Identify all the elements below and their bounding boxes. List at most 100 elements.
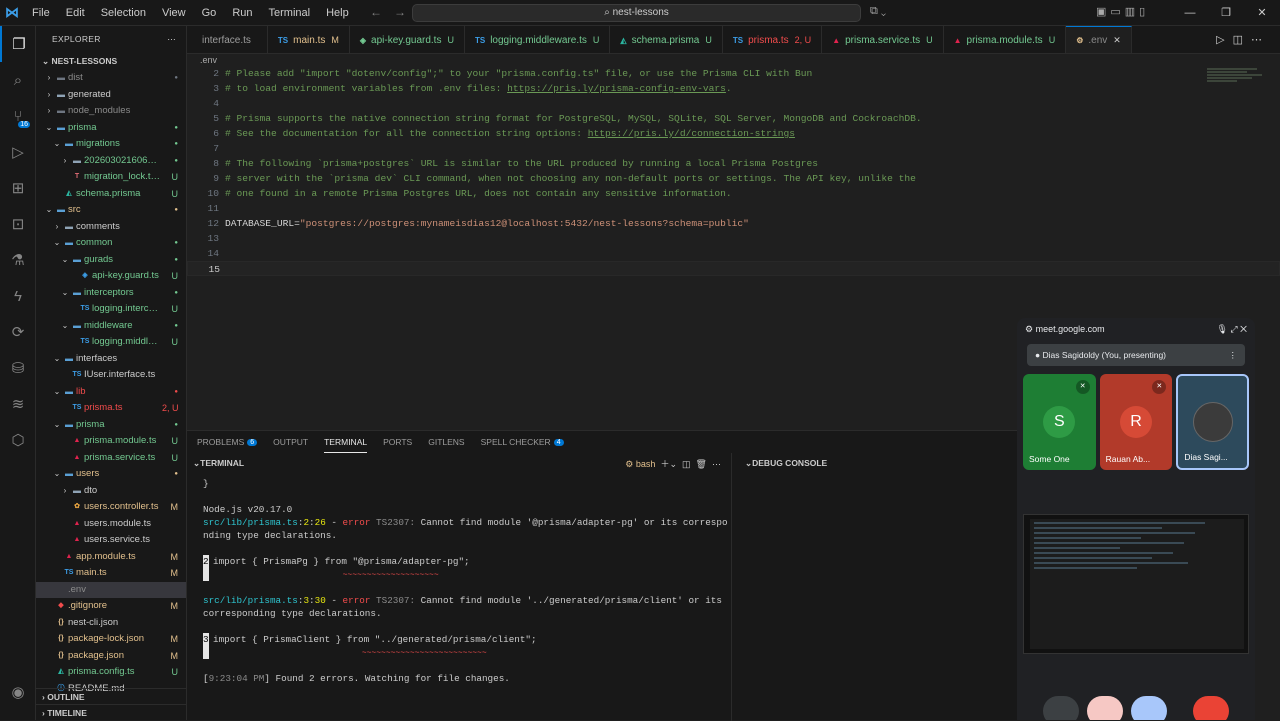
file-item[interactable]: ◭ schema.prisma U <box>36 186 186 203</box>
account-icon[interactable]: ◉ <box>0 674 36 710</box>
panel-tab[interactable]: TERMINAL <box>324 431 368 453</box>
folder-item[interactable]: ⌄ ▬ prisma ● <box>36 417 186 434</box>
code-line[interactable]: 8 # The following `prisma+postgres` URL i… <box>187 156 1280 171</box>
extensions-icon[interactable]: ⊞ <box>0 170 36 206</box>
participant-tile[interactable]: R ✕ Rauan Ab... <box>1099 374 1173 470</box>
editor-tab[interactable]: ▲ prisma.service.ts U <box>822 26 944 53</box>
folder-item[interactable]: ⌄ ▬ src ● <box>36 202 186 219</box>
close-tab-icon[interactable]: ✕ <box>1113 35 1121 46</box>
menu-item[interactable]: File <box>24 7 58 19</box>
code-line[interactable]: 14 <box>187 246 1280 261</box>
source-control-icon[interactable]: ⑂ 16 <box>0 98 36 134</box>
file-item[interactable]: TS prisma.ts 2, U <box>36 400 186 417</box>
kill-terminal-icon[interactable]: 🗑 <box>693 459 707 469</box>
folder-item[interactable]: ⌄ ▬ prisma ● <box>36 120 186 137</box>
new-terminal-icon[interactable]: ＋⌄ <box>658 459 677 469</box>
file-item[interactable]: TSlogging.interceptor.ts U <box>36 301 186 318</box>
menu-item[interactable]: Edit <box>58 7 93 19</box>
folder-item[interactable]: ⌄ ▬ gurads ● <box>36 252 186 269</box>
chevron-down-icon[interactable]: ⌄ <box>745 458 752 469</box>
leave-call-button[interactable] <box>1193 696 1229 720</box>
panel-tab[interactable]: PROBLEMS 6 <box>197 431 258 453</box>
menu-item[interactable]: Selection <box>93 7 154 19</box>
folder-item[interactable]: › ▬ dto <box>36 483 186 500</box>
file-item[interactable]: ▲ users.service.ts <box>36 532 186 549</box>
minimize-icon[interactable]: — <box>1172 0 1208 26</box>
editor-tab[interactable]: ◭ schema.prisma U <box>610 26 723 53</box>
nav-arrows[interactable]: ←→ <box>370 5 418 19</box>
code-line[interactable]: 6 # See the documentation for all the con… <box>187 126 1280 141</box>
back-arrow-icon[interactable]: ← <box>370 5 394 19</box>
editor-tab[interactable]: TS main.ts M <box>268 26 350 53</box>
menu-item[interactable]: Go <box>194 7 225 19</box>
chevron-down-icon[interactable]: ⌄ <box>193 458 200 469</box>
thunder-icon[interactable]: ϟ <box>0 278 36 314</box>
mic-icon[interactable]: 🎙 <box>1216 324 1227 334</box>
folder-item[interactable]: › ▬20260302160613_init ● <box>36 153 186 170</box>
panel-tab[interactable]: GITLENS <box>428 431 464 453</box>
file-item[interactable]: ▲ prisma.service.ts U <box>36 450 186 467</box>
code-line[interactable]: 11 <box>187 201 1280 216</box>
present-button[interactable] <box>1131 696 1167 720</box>
more-actions-icon[interactable]: ⋯ <box>167 34 176 45</box>
comment-link[interactable]: https://pris.ly/prisma-config-env-vars <box>507 83 726 94</box>
folder-item[interactable]: ⌄ ▬ users ● <box>36 466 186 483</box>
terminal-more-icon[interactable]: ⋯ <box>709 459 721 469</box>
explorer-icon[interactable]: ❐ <box>0 26 36 62</box>
more-options-icon[interactable] <box>1175 696 1185 720</box>
file-item[interactable]: ✿ users.controller.ts M <box>36 499 186 516</box>
folder-item[interactable]: ⌄ ▬ middleware ● <box>36 318 186 335</box>
minimap[interactable] <box>1207 68 1267 88</box>
panel-tab[interactable]: OUTPUT <box>273 431 308 453</box>
editor-tab[interactable]: TS logging.middleware.ts U <box>465 26 611 53</box>
file-item[interactable]: ◭ prisma.config.ts U <box>36 664 186 681</box>
camera-toggle-button[interactable] <box>1087 696 1123 720</box>
split-editor-icon[interactable]: ◫ <box>1233 34 1251 46</box>
folder-item[interactable]: ⌄ ▬ common ● <box>36 235 186 252</box>
layers-icon[interactable]: ≋ <box>0 386 36 422</box>
editor-actions[interactable]: ▷◫⋯ <box>1216 33 1270 46</box>
code-line[interactable]: 7 <box>187 141 1280 156</box>
editor-tab[interactable]: ⚙ .env ✕ <box>1066 26 1132 53</box>
outline-section[interactable]: › OUTLINE <box>36 688 186 704</box>
code-line[interactable]: 9 # server with the `prisma dev` CLI comm… <box>187 171 1280 186</box>
folder-item[interactable]: ⌄ ▬ interfaces <box>36 351 186 368</box>
file-item[interactable]: ▲ app.module.ts M <box>36 549 186 566</box>
editor-tab[interactable]: interface.ts <box>187 26 268 53</box>
editor-tab[interactable]: ▲ prisma.module.ts U <box>944 26 1067 53</box>
editor-tab[interactable]: ◈ api-key.guard.ts U <box>350 26 465 53</box>
mic-toggle-button[interactable] <box>1043 696 1079 720</box>
close-pip-icon[interactable]: ✕ <box>1240 324 1247 334</box>
panel-tab[interactable]: SPELL CHECKER 4 <box>481 431 564 453</box>
folder-item[interactable]: ⌄ ▬ interceptors ● <box>36 285 186 302</box>
database-icon[interactable]: ⛁ <box>0 350 36 386</box>
panel-tab[interactable]: PORTS <box>383 431 412 453</box>
folder-item[interactable]: › ▬ generated <box>36 87 186 104</box>
command-center-search[interactable]: ⌕ nest-lessons <box>412 4 861 22</box>
split-terminal-icon[interactable]: ◫ <box>680 459 691 469</box>
shell-name[interactable]: bash <box>636 459 656 469</box>
file-item[interactable]: ◈ api-key.guard.ts U <box>36 268 186 285</box>
file-item[interactable]: TS main.ts M <box>36 565 186 582</box>
package-icon[interactable]: ⬡ <box>0 422 36 458</box>
run-debug-icon[interactable]: ▷ <box>0 134 36 170</box>
file-item[interactable]: {} package-lock.json M <box>36 631 186 648</box>
menu-item[interactable]: Help <box>318 7 357 19</box>
remote-explorer-icon[interactable]: ⊡ <box>0 206 36 242</box>
comment-link[interactable]: https://pris.ly/d/connection-strings <box>588 128 795 139</box>
maximize-icon[interactable]: ❐ <box>1208 0 1244 26</box>
code-line[interactable]: 12 DATABASE_URL="postgres://postgres:myna… <box>187 216 1280 231</box>
file-item[interactable]: .env <box>36 581 186 598</box>
expand-icon[interactable]: ⤢ <box>1230 324 1237 334</box>
file-item[interactable]: ◆ .gitignore M <box>36 598 186 615</box>
timeline-section[interactable]: › TIMELINE <box>36 704 186 720</box>
code-line[interactable]: 13 <box>187 231 1280 246</box>
file-item[interactable]: ▲ prisma.module.ts U <box>36 433 186 450</box>
code-line[interactable]: 4 <box>187 96 1280 111</box>
code-line[interactable]: 10 # one found in a remote Prisma Postgre… <box>187 186 1280 201</box>
file-item[interactable]: {} package.json M <box>36 648 186 665</box>
code-line[interactable]: 5 # Prisma supports the native connection… <box>187 111 1280 126</box>
meet-settings-icon[interactable]: ⚙ <box>1025 324 1036 334</box>
gitlens-icon[interactable]: ⟳ <box>0 314 36 350</box>
code-line[interactable]: 15 <box>187 261 1280 276</box>
